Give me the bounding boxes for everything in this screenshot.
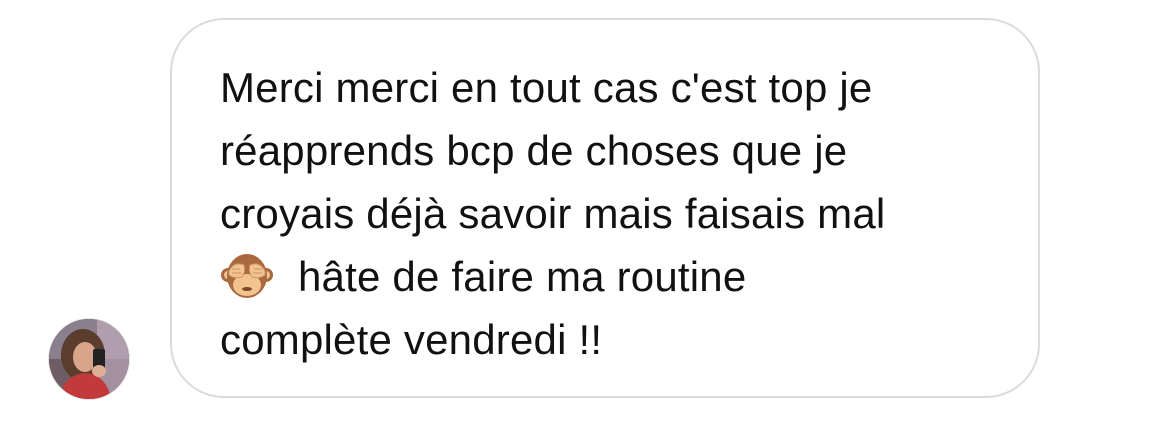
chat-thread: Merci merci en tout cas c'est top je réa… <box>0 0 1170 433</box>
message-line: complète vendredi !! <box>220 316 603 363</box>
message-line: croyais déjà savoir mais faisais mal <box>220 190 886 237</box>
message-line-text: hâte de faire ma routine <box>298 253 747 300</box>
message-line: Merci merci en tout cas c'est top je <box>220 64 873 111</box>
sender-avatar[interactable] <box>48 318 130 400</box>
message-line-with-emoji: hâte de faire ma routine <box>220 245 1010 308</box>
message-bubble[interactable]: Merci merci en tout cas c'est top je réa… <box>170 18 1040 398</box>
see-no-evil-monkey-icon <box>221 254 273 298</box>
message-line: réapprends bcp de choses que je <box>220 127 848 174</box>
message-text: Merci merci en tout cas c'est top je réa… <box>220 56 1010 371</box>
profile-photo-icon <box>49 319 129 399</box>
